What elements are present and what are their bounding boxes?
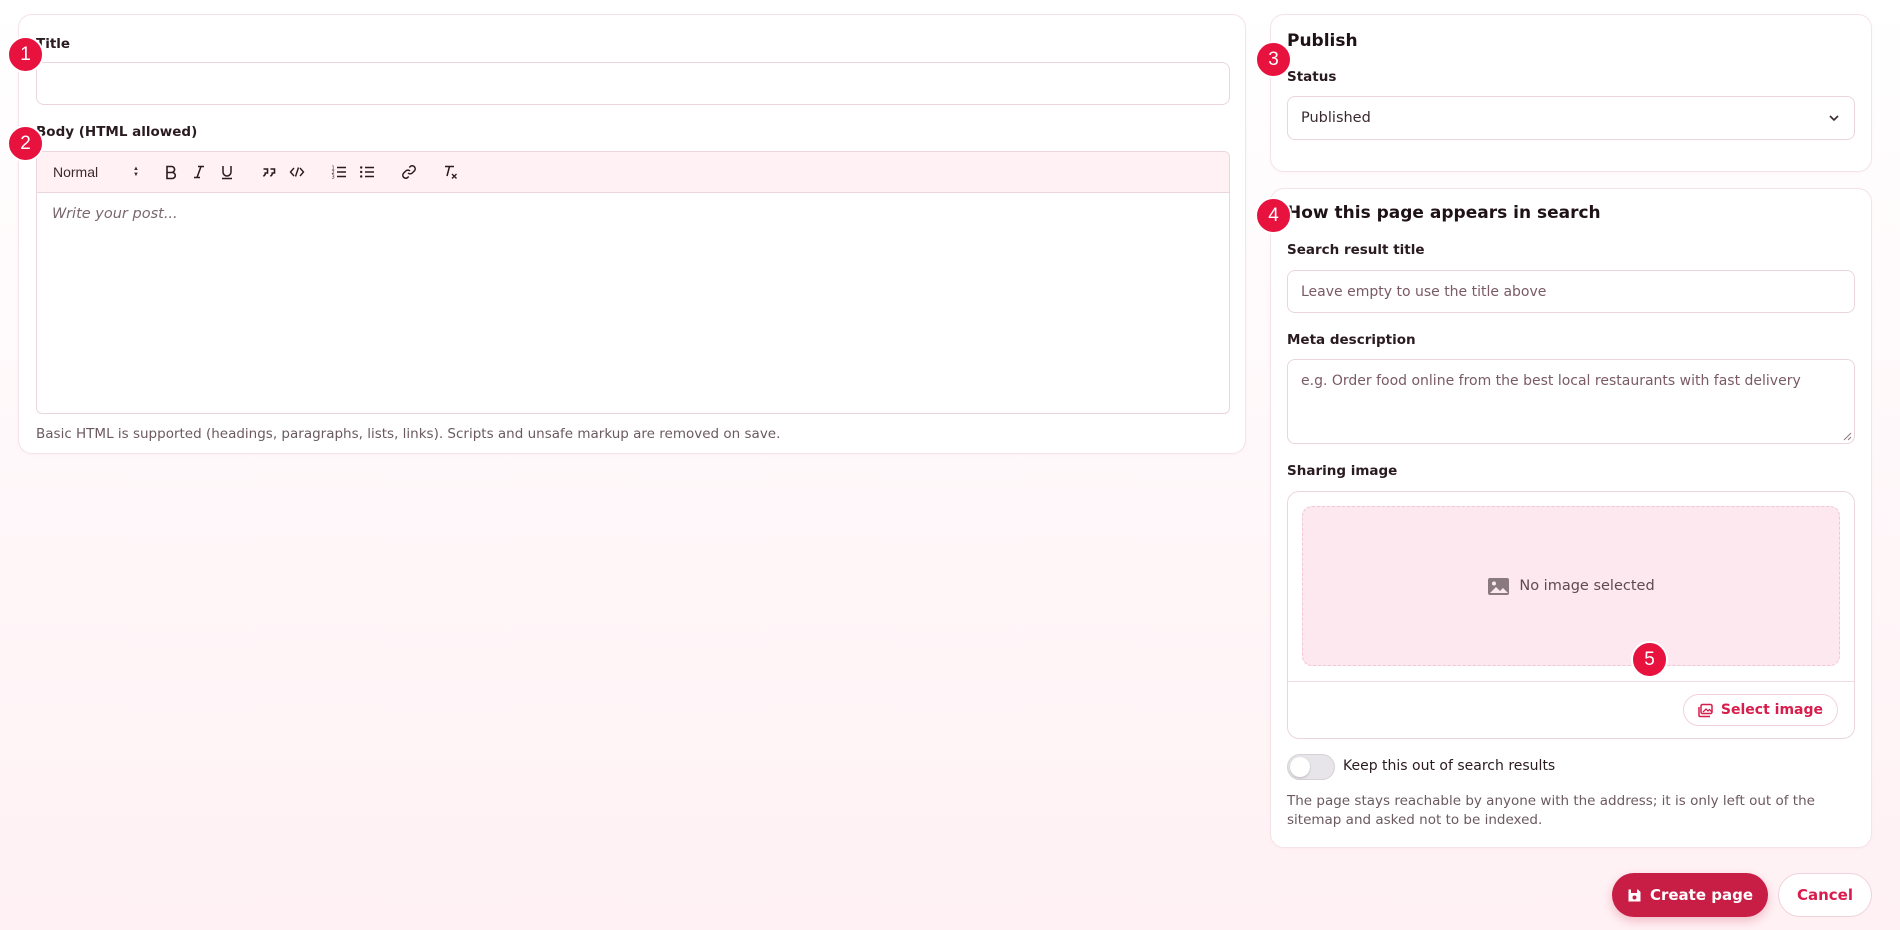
rich-text-editor: Normal ▲ ▼ 123 Write your post...	[36, 151, 1230, 414]
select-image-label: Select image	[1720, 702, 1823, 718]
noindex-label: Keep this out of search results	[1343, 758, 1556, 774]
format-select-value: Normal	[53, 164, 99, 180]
image-icon	[1488, 577, 1510, 595]
sharing-image-label: Sharing image	[1287, 463, 1398, 479]
annotation-badge-1: 1	[7, 36, 44, 73]
meta-description-label: Meta description	[1287, 332, 1416, 348]
images-icon	[1698, 703, 1713, 717]
noindex-toggle[interactable]	[1287, 754, 1335, 780]
status-select[interactable]: Published	[1287, 96, 1855, 140]
title-input[interactable]	[36, 62, 1230, 105]
create-page-label: Create page	[1649, 886, 1754, 904]
italic-icon[interactable]	[185, 160, 213, 184]
blockquote-icon[interactable]	[255, 160, 283, 184]
chevron-down-icon	[1829, 115, 1839, 122]
cancel-label: Cancel	[1796, 886, 1853, 904]
noindex-help: The page stays reachable by anyone with …	[1287, 793, 1815, 828]
svg-text:3: 3	[332, 175, 335, 181]
annotation-badge-3: 3	[1255, 41, 1292, 78]
cancel-button[interactable]: Cancel	[1778, 873, 1872, 917]
underline-icon[interactable]	[213, 160, 241, 184]
image-divider	[1288, 681, 1854, 682]
select-image-button[interactable]: Select image	[1682, 694, 1838, 726]
updown-icon: ▲ ▼	[133, 166, 139, 178]
annotation-badge-5: 5	[1631, 641, 1668, 678]
body-label: Body (HTML allowed)	[36, 124, 198, 140]
meta-description-input[interactable]	[1287, 359, 1855, 444]
publish-card: Publish Status Published	[1270, 14, 1872, 172]
ordered-list-icon[interactable]: 123	[325, 160, 353, 184]
image-placeholder: No image selected	[1302, 506, 1840, 666]
link-icon[interactable]	[395, 160, 423, 184]
body-hint: Basic HTML is supported (headings, parag…	[36, 426, 781, 442]
no-image-text: No image selected	[1519, 578, 1655, 594]
seo-title: How this page appears in search	[1287, 203, 1601, 223]
create-page-button[interactable]: Create page	[1612, 873, 1768, 917]
code-icon[interactable]	[283, 160, 311, 184]
resize-handle-icon[interactable]	[1843, 432, 1852, 441]
status-label: Status	[1287, 69, 1337, 85]
bullet-list-icon[interactable]	[353, 160, 381, 184]
clear-format-icon[interactable]	[437, 160, 465, 184]
search-title-label: Search result title	[1287, 242, 1425, 258]
editor-toolbar: Normal ▲ ▼ 123	[37, 152, 1229, 193]
meta-description-wrap	[1287, 359, 1855, 444]
publish-title: Publish	[1287, 31, 1358, 51]
sharing-image-box: No image selected Select image	[1287, 491, 1855, 739]
editor-content[interactable]: Write your post...	[37, 193, 1229, 413]
format-select[interactable]: Normal ▲ ▼	[53, 160, 143, 184]
status-select-value: Published	[1301, 110, 1371, 126]
toggle-knob	[1290, 757, 1310, 777]
content-card: Title Body (HTML allowed) Normal ▲ ▼ 1 2…	[18, 14, 1246, 454]
annotation-badge-4: 4	[1255, 197, 1292, 234]
seo-card: How this page appears in search Search r…	[1270, 188, 1872, 848]
save-icon	[1628, 889, 1641, 901]
annotation-badge-2: 2	[7, 125, 44, 162]
bold-icon[interactable]	[157, 160, 185, 184]
search-title-input[interactable]	[1287, 270, 1855, 313]
